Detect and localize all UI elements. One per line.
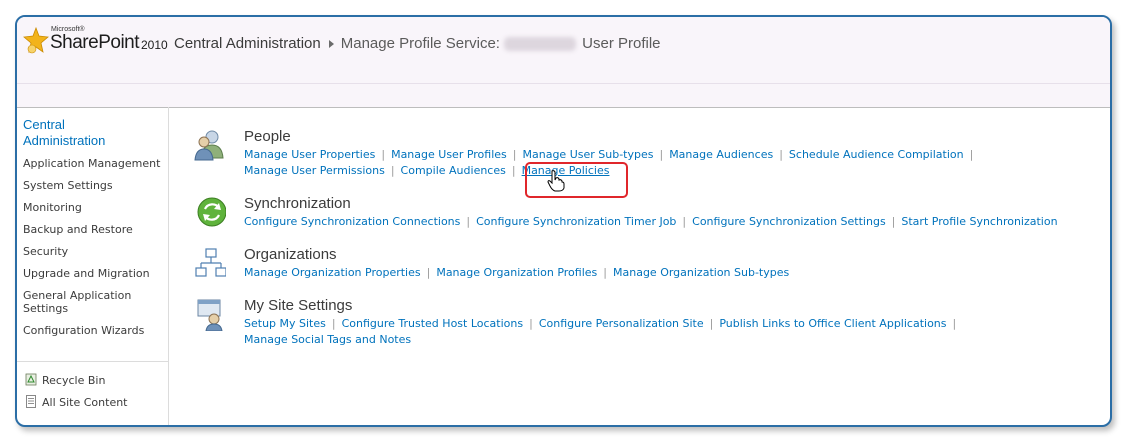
synchronization-title: Synchronization bbox=[244, 195, 351, 212]
compile-audiences-link[interactable]: Compile Audiences bbox=[401, 164, 506, 177]
synchronization-links-row1: Configure Synchronization Connections | Co… bbox=[244, 215, 1058, 228]
manage-user-properties-link[interactable]: Manage User Properties bbox=[244, 148, 375, 161]
link-separator: | bbox=[969, 148, 974, 161]
link-separator: | bbox=[659, 148, 664, 161]
my-site-icon bbox=[197, 299, 223, 331]
start-profile-sync-link[interactable]: Start Profile Synchronization bbox=[901, 215, 1057, 228]
hand-cursor-icon bbox=[547, 170, 565, 192]
manage-audiences-link[interactable]: Manage Audiences bbox=[669, 148, 773, 161]
link-separator: | bbox=[709, 317, 714, 330]
link-separator: | bbox=[426, 266, 431, 279]
my-site-settings-section: My Site Settings Setup My Sites | Configur… bbox=[192, 297, 1112, 349]
my-site-links-row1: Setup My Sites | Configure Trusted Host Lo… bbox=[244, 317, 962, 330]
people-title: People bbox=[244, 128, 291, 145]
organizations-links-row1: Manage Organization Properties | Manage Or… bbox=[244, 266, 789, 279]
link-separator: | bbox=[512, 148, 517, 161]
organizations-title: Organizations bbox=[244, 246, 337, 263]
synchronization-icon bbox=[197, 197, 226, 227]
manage-org-properties-link[interactable]: Manage Organization Properties bbox=[244, 266, 421, 279]
link-separator: | bbox=[529, 317, 533, 330]
configure-sync-timer-job-link[interactable]: Configure Synchronization Timer Job bbox=[476, 215, 676, 228]
people-section: People Manage User Properties | Manage Use… bbox=[192, 128, 1112, 180]
link-separator: | bbox=[891, 215, 896, 228]
my-site-links-row2: Manage Social Tags and Notes bbox=[244, 333, 411, 346]
configure-trusted-host-locations-link[interactable]: Configure Trusted Host Locations bbox=[342, 317, 524, 330]
configure-personalization-site-link[interactable]: Configure Personalization Site bbox=[539, 317, 704, 330]
publish-links-office-client-link[interactable]: Publish Links to Office Client Applicati… bbox=[719, 317, 946, 330]
people-links-row1: Manage User Properties | Manage User Profi… bbox=[244, 148, 979, 161]
link-separator: | bbox=[603, 266, 607, 279]
link-separator: | bbox=[682, 215, 687, 228]
link-separator: | bbox=[381, 148, 386, 161]
configure-sync-settings-link[interactable]: Configure Synchronization Settings bbox=[692, 215, 886, 228]
organizations-section: Organizations Manage Organization Proper… bbox=[192, 246, 1112, 286]
configure-sync-connections-link[interactable]: Configure Synchronization Connections bbox=[244, 215, 460, 228]
link-separator: | bbox=[511, 164, 516, 177]
link-separator: | bbox=[779, 148, 783, 161]
my-site-settings-title: My Site Settings bbox=[244, 297, 353, 314]
setup-my-sites-link[interactable]: Setup My Sites bbox=[244, 317, 326, 330]
manage-user-permissions-link[interactable]: Manage User Permissions bbox=[244, 164, 385, 177]
manage-org-profiles-link[interactable]: Manage Organization Profiles bbox=[436, 266, 597, 279]
manage-org-subtypes-link[interactable]: Manage Organization Sub-types bbox=[613, 266, 789, 279]
link-separator: | bbox=[952, 317, 957, 330]
link-separator: | bbox=[331, 317, 336, 330]
people-icon bbox=[194, 130, 224, 161]
organization-chart-icon bbox=[195, 248, 226, 277]
schedule-audience-compilation-link[interactable]: Schedule Audience Compilation bbox=[789, 148, 964, 161]
manage-social-tags-notes-link[interactable]: Manage Social Tags and Notes bbox=[244, 333, 411, 346]
main-content: People Manage User Properties | Manage Use… bbox=[0, 0, 1125, 442]
synchronization-section: Synchronization Configure Synchronizatio… bbox=[192, 195, 1112, 235]
manage-user-subtypes-link[interactable]: Manage User Sub-types bbox=[523, 148, 654, 161]
link-separator: | bbox=[390, 164, 395, 177]
link-separator: | bbox=[466, 215, 471, 228]
manage-policies-highlight bbox=[525, 162, 628, 198]
manage-user-profiles-link[interactable]: Manage User Profiles bbox=[391, 148, 507, 161]
